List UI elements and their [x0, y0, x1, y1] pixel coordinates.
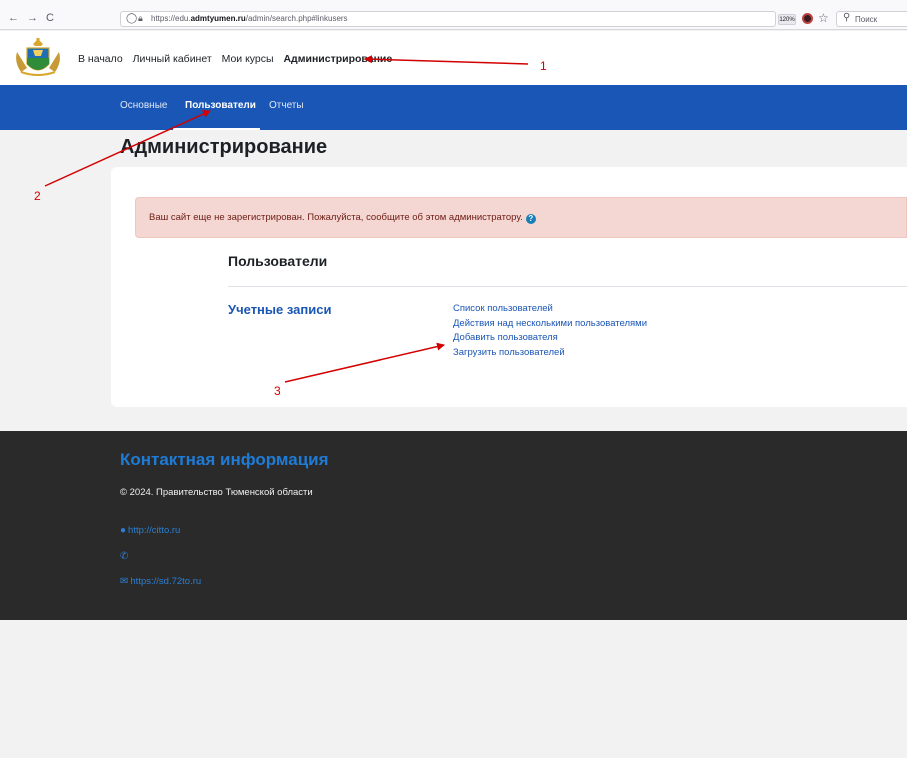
link-bulk-user-actions[interactable]: Действия над несколькими пользователями — [453, 317, 647, 332]
footer-support-text[interactable]: https://sd.72to.ru — [130, 576, 201, 587]
top-navigation: В начало Личный кабинет Мои курсы Админи… — [78, 53, 399, 65]
section-heading-users: Пользователи — [228, 253, 328, 269]
tab-reports[interactable]: Отчеты — [269, 100, 304, 111]
bookmark-star-icon[interactable]: ☆ — [818, 11, 829, 25]
coat-of-arms-logo[interactable] — [13, 38, 63, 78]
lock-icon[interactable]: 🔒︎ — [138, 13, 143, 24]
browser-search-input[interactable]: ⚲ Поиск — [836, 11, 907, 27]
footer-title: Контактная информация — [120, 450, 329, 469]
nav-dashboard[interactable]: Личный кабинет — [133, 53, 212, 65]
reload-button[interactable]: C — [46, 12, 54, 24]
admin-secondary-nav: Основные Пользователи Отчеты — [0, 85, 907, 130]
link-upload-users[interactable]: Загрузить пользователей — [453, 346, 647, 361]
footer-website-text[interactable]: http://citto.ru — [128, 525, 180, 536]
search-placeholder: Поиск — [855, 15, 878, 24]
section-divider — [228, 286, 907, 287]
registration-alert: Ваш сайт еще не зарегистрирован. Пожалуй… — [135, 197, 907, 238]
search-icon: ⚲ — [843, 12, 851, 23]
url-prefix: https://edu. — [151, 14, 191, 23]
footer-phone: ✆ — [120, 551, 130, 562]
nav-home[interactable]: В начало — [78, 53, 123, 65]
active-tab-indicator — [173, 128, 260, 130]
footer-website-link[interactable]: ● http://citto.ru — [120, 525, 180, 536]
nav-my-courses[interactable]: Мои курсы — [222, 53, 274, 65]
envelope-icon: ✉ — [120, 576, 129, 587]
url-text: https://edu.admtyumen.ru/admin/search.ph… — [151, 14, 348, 23]
category-accounts-link[interactable]: Учетные записи — [228, 302, 331, 317]
alert-message: Ваш сайт еще не зарегистрирован. Пожалуй… — [149, 212, 523, 223]
annotation-number-3: 3 — [274, 384, 281, 398]
annotation-number-1: 1 — [540, 59, 547, 73]
tab-general[interactable]: Основные — [120, 100, 167, 111]
page-title: Администрирование — [120, 136, 328, 158]
annotation-number-2: 2 — [34, 189, 41, 203]
browser-toolbar: ← → C ◯ 🔒︎ https://edu.admtyumen.ru/admi… — [0, 0, 907, 30]
alert-text: Ваш сайт еще не зарегистрирован. Пожалуй… — [149, 212, 536, 224]
footer-copyright: © 2024. Правительство Тюменской области — [120, 487, 313, 498]
nav-site-admin[interactable]: Администрирование — [283, 53, 392, 65]
back-button[interactable]: ← — [8, 12, 19, 24]
page-footer: Контактная информация © 2024. Правительс… — [0, 431, 907, 620]
help-icon[interactable]: ? — [525, 214, 536, 224]
site-header: В начало Личный кабинет Мои курсы Админи… — [0, 31, 907, 85]
shield-icon[interactable]: ◯ — [126, 13, 137, 24]
footer-support-link[interactable]: ✉ https://sd.72to.ru — [120, 576, 201, 587]
address-bar[interactable]: ◯ 🔒︎ https://edu.admtyumen.ru/admin/sear… — [120, 11, 776, 27]
url-domain: admtyumen.ru — [190, 14, 246, 23]
tab-users[interactable]: Пользователи — [185, 100, 256, 111]
extension-icon[interactable] — [802, 13, 813, 24]
globe-icon: ● — [120, 525, 127, 536]
phone-icon: ✆ — [120, 551, 129, 562]
link-browse-users[interactable]: Список пользователей — [453, 302, 647, 317]
forward-button[interactable]: → — [27, 12, 38, 24]
link-add-new-user[interactable]: Добавить пользователя — [453, 331, 647, 346]
zoom-level-badge[interactable]: 120% — [778, 14, 796, 25]
url-path: /admin/search.php#linkusers — [245, 14, 348, 23]
accounts-links-list: Список пользователей Действия над нескол… — [453, 302, 647, 360]
